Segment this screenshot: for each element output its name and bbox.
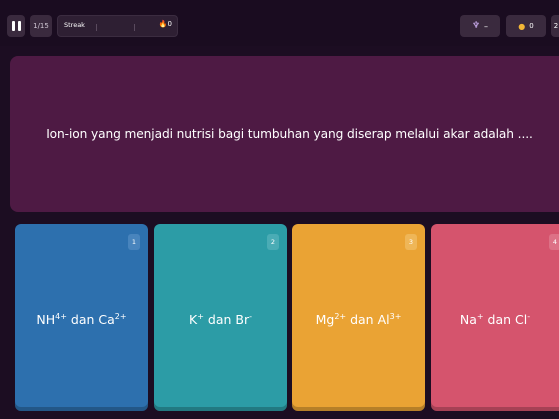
- option-label: Na+ dan Cl-: [460, 312, 530, 327]
- option-text: Mg: [315, 312, 335, 327]
- option-text: dan Br: [203, 312, 250, 327]
- streak-tick: [96, 24, 97, 31]
- option-number: 2: [267, 234, 279, 250]
- quiz-screen: 1/15 Streak 🔥0 ♆ – ● 0 2 Ion-ion yang me…: [0, 0, 559, 419]
- pause-icon-bar: [17, 21, 21, 31]
- answer-option-4[interactable]: 4 Na+ dan Cl-: [431, 224, 559, 411]
- option-text: dan Cl: [483, 312, 528, 327]
- option-sup: 4+: [55, 311, 67, 321]
- option-number: 4: [549, 234, 559, 250]
- option-label: NH4+ dan Ca2+: [36, 312, 126, 327]
- extra-button[interactable]: 2: [551, 15, 559, 37]
- option-number: 3: [405, 234, 417, 250]
- option-sup: 2+: [334, 311, 347, 321]
- option-label: Mg2+ dan Al3+: [316, 312, 402, 327]
- option-number: 1: [128, 234, 140, 250]
- option-text: K: [189, 312, 198, 327]
- option-label: K+ dan Br-: [189, 312, 252, 327]
- answer-option-1[interactable]: 1 NH4+ dan Ca2+: [15, 224, 148, 411]
- option-text: dan Al: [346, 312, 390, 327]
- option-text: dan Ca: [66, 312, 115, 327]
- streak-label: Streak: [64, 21, 85, 29]
- question-text: Ion-ion yang menjadi nutrisi bagi tumbuh…: [46, 127, 533, 141]
- option-sup: -: [249, 311, 252, 321]
- powerup-icon: ♆: [471, 21, 481, 31]
- coin-icon: ●: [518, 21, 526, 31]
- powerup-button[interactable]: ♆ –: [460, 15, 500, 37]
- fire-icon: 🔥: [158, 20, 168, 28]
- answer-option-2[interactable]: 2 K+ dan Br-: [154, 224, 287, 411]
- powerup-value: –: [484, 21, 489, 31]
- option-sup: +: [476, 311, 484, 321]
- streak-tick: [134, 24, 135, 31]
- question-counter: 1/15: [30, 15, 52, 37]
- option-text: NH: [36, 312, 56, 327]
- streak-meter: Streak 🔥0: [57, 15, 178, 37]
- option-sup: 2+: [114, 311, 127, 321]
- streak-count-value: 0: [167, 20, 172, 28]
- pause-icon: [11, 21, 15, 31]
- option-sup: -: [527, 311, 531, 321]
- streak-count: 🔥0: [159, 20, 172, 28]
- option-text: Na: [459, 312, 477, 327]
- coins-value: 0: [529, 22, 534, 30]
- option-sup: 3+: [389, 311, 402, 321]
- coins-badge: ● 0: [506, 15, 546, 37]
- top-bar: 1/15 Streak 🔥0 ♆ – ● 0 2: [0, 0, 559, 46]
- pause-button[interactable]: [7, 15, 25, 37]
- question-panel: Ion-ion yang menjadi nutrisi bagi tumbuh…: [10, 56, 559, 212]
- option-sup: +: [197, 311, 204, 321]
- answer-option-3[interactable]: 3 Mg2+ dan Al3+: [292, 224, 425, 411]
